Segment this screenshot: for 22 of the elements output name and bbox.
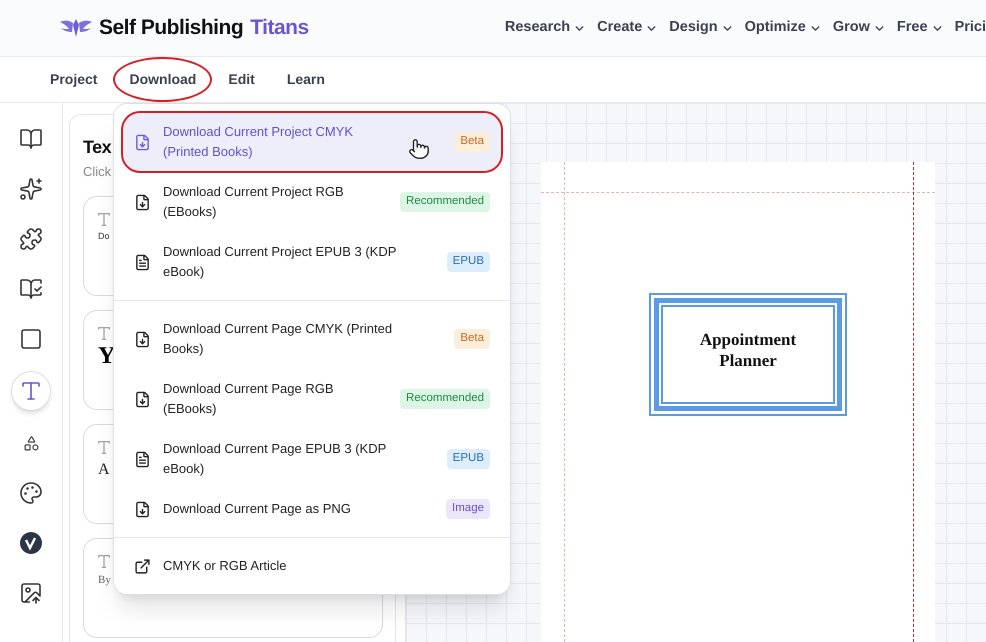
menu-badge: Image (446, 499, 490, 519)
panel-subtitle: Click (83, 163, 112, 181)
menu-item-label: Download Current Project CMYK (Printed Books) (163, 123, 354, 161)
menu-item-label: Download Current Page CMYK (Printed Books) (163, 320, 394, 358)
menu-badge: EPUB (446, 252, 490, 272)
menu-badge: EPUB (446, 449, 490, 469)
card-text: Do (98, 230, 110, 242)
menu-badge: Recommended (400, 389, 490, 409)
menu-item-label: Download Current Page EPUB 3 (KDP eBook) (163, 440, 388, 478)
menu-item-label: Download Current Project RGB (EBooks) (163, 183, 345, 221)
menu-badge: Beta (454, 132, 490, 152)
planner-title: Appointment Planner (698, 328, 798, 370)
menu-badge: Recommended (400, 192, 490, 212)
menu-item-label: Download Current Page RGB (EBooks) (163, 380, 335, 418)
menu-item-label: CMYK or RGB Article (163, 557, 287, 575)
menu-item-label: Download Current Page as PNG (163, 500, 351, 518)
panel-title: Tex (83, 136, 112, 159)
menu-badge: Beta (454, 329, 490, 349)
menu-item-label: Download Current Project EPUB 3 (KDP eBook) (163, 243, 398, 281)
card-text: A (98, 460, 110, 480)
card-text: Y (98, 344, 116, 368)
card-text: By (98, 572, 111, 588)
